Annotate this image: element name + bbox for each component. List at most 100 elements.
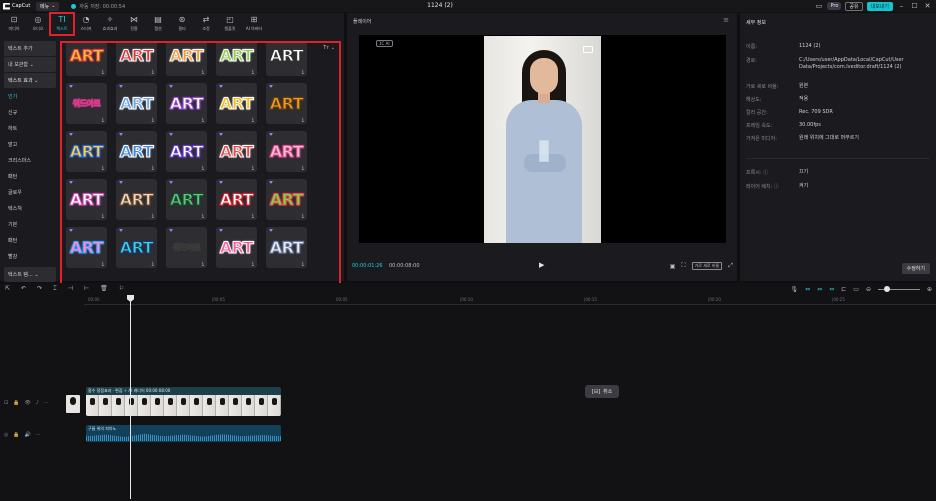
text-effect-tile[interactable]: ART ⤓ <box>66 227 107 268</box>
modify-button[interactable]: 수정하기 <box>901 263 930 274</box>
redo-icon[interactable]: ↷ <box>37 285 42 293</box>
tool-transition[interactable]: ⋈ 전환 <box>122 13 146 35</box>
tool-filter[interactable]: ⊛ 필터 <box>170 13 194 35</box>
zoom-knob[interactable] <box>883 285 890 292</box>
text-effect-tile[interactable]: ART ⤓ <box>116 43 157 76</box>
text-effect-tile[interactable]: ART ⤓ <box>166 131 207 172</box>
detail-row[interactable]: 프록시: ⓘ 끄기 <box>746 169 930 176</box>
lock-track-icon[interactable]: 🔒 <box>13 432 19 438</box>
delete-icon[interactable]: 🗑 <box>100 285 108 293</box>
tool-text[interactable]: TI 텍스트 <box>49 12 75 36</box>
text-effect-tile[interactable]: ART ⤓ <box>266 227 307 268</box>
close-icon[interactable]: ✕ <box>923 2 932 10</box>
menu-icon[interactable]: ≡ <box>723 16 729 24</box>
category-item[interactable]: 발고 <box>4 137 56 152</box>
download-icon[interactable]: ⤓ <box>202 165 204 171</box>
video-preview[interactable]: 1C AI <box>359 35 726 243</box>
download-icon[interactable]: ⤓ <box>152 117 154 123</box>
download-icon[interactable]: ⤓ <box>202 69 204 75</box>
download-icon[interactable]: ⤓ <box>252 117 254 123</box>
category-item[interactable]: 인기 <box>4 89 56 104</box>
text-effect-tile[interactable]: ART ⤓ <box>66 43 107 76</box>
category-item[interactable]: 패턴 <box>4 169 56 184</box>
text-effect-tile[interactable]: ART ⤓ <box>116 131 157 172</box>
download-icon[interactable]: ⤓ <box>302 213 304 219</box>
text-effect-tile[interactable]: ART ⤓ <box>216 179 257 220</box>
category-item[interactable]: 글로우 <box>4 185 56 200</box>
text-effect-tile[interactable]: ART ⤓ <box>116 83 157 124</box>
category-item[interactable]: 패턴 <box>4 233 56 248</box>
download-icon[interactable]: ⤓ <box>252 69 254 75</box>
tool-template[interactable]: ◰ 템플릿 <box>218 13 242 35</box>
text-effect-tile[interactable]: ART ⤓ <box>266 179 307 220</box>
preview-axis-icon[interactable]: ▭ <box>853 286 859 293</box>
text-effect-tile[interactable]: 워드아트 ⤓ <box>166 227 207 268</box>
ratio-button[interactable]: 가로 세로 비율 <box>691 262 723 270</box>
text-effect-tile[interactable]: ART ⤓ <box>166 83 207 124</box>
download-icon[interactable]: ⤓ <box>152 69 154 75</box>
text-effect-tile[interactable]: 워드아트 ⤓ <box>66 83 107 124</box>
download-icon[interactable]: ⤓ <box>202 213 204 219</box>
download-icon[interactable]: ⤓ <box>102 117 104 123</box>
zoom-out-icon[interactable]: ⊖ <box>866 286 871 293</box>
share-button[interactable]: 공유 <box>845 1 863 11</box>
category-item[interactable]: 텍스트 추가 <box>4 41 56 56</box>
download-icon[interactable]: ⤓ <box>152 165 154 171</box>
video-clip[interactable]: 흡수 정점표과 · 편집 ✧ AI 캐디어 00:00:08:00 <box>86 387 281 416</box>
download-icon[interactable]: ⤓ <box>252 261 254 267</box>
download-icon[interactable]: ⤓ <box>302 117 304 123</box>
cover-thumbnail[interactable] <box>66 395 80 413</box>
category-item[interactable]: 기본 <box>4 217 56 232</box>
cancel-tooltip[interactable]: [⊟] 취소 <box>585 385 620 398</box>
maximize-icon[interactable]: ☐ <box>910 2 919 10</box>
snapshot-icon[interactable]: ▣ <box>670 263 676 270</box>
download-icon[interactable]: ⤓ <box>152 261 154 267</box>
category-item[interactable]: 텍스트 템... ⌄ <box>4 267 56 282</box>
download-icon[interactable]: ⤓ <box>252 165 254 171</box>
download-icon[interactable]: ⤓ <box>202 261 204 267</box>
text-effect-tile[interactable]: ART ⤓ <box>266 83 307 124</box>
lock-track-icon[interactable]: 🔒 <box>13 400 19 406</box>
download-icon[interactable]: ⤓ <box>302 165 304 171</box>
more-icon[interactable]: ⋯ <box>44 400 49 406</box>
detail-row[interactable]: 레이어 배치: ⓘ 켜기 <box>746 183 930 190</box>
tool-effects[interactable]: ✧ 효과효과 <box>98 13 122 35</box>
zoom-in-icon[interactable]: ⊕ <box>927 286 932 293</box>
minimize-icon[interactable]: – <box>897 2 906 10</box>
mic-icon[interactable]: 🎙 <box>791 286 799 293</box>
link-preview-icon[interactable]: ⇔ <box>829 286 834 293</box>
text-effect-tile[interactable]: ART ⤓ <box>66 179 107 220</box>
undo-icon[interactable]: ↶ <box>21 285 26 293</box>
link-main-icon[interactable]: ⇔ <box>805 286 810 293</box>
category-item[interactable]: 빨강 <box>4 249 56 264</box>
split-icon[interactable]: ⌶ <box>53 285 57 293</box>
time-ruler[interactable]: 00:00 |00:05 00:05 |00:10 |00:15 |00:20 |00:25 <box>84 295 936 305</box>
download-icon[interactable]: ⤓ <box>102 69 104 75</box>
play-icon[interactable]: ▶ <box>539 261 544 269</box>
split-left-icon[interactable]: ⊣ <box>68 285 73 293</box>
snap-icon[interactable]: ⊏ <box>841 286 846 293</box>
audio-track-icon[interactable]: ◎ <box>4 432 8 438</box>
marker-icon[interactable]: ⚐ <box>119 285 124 293</box>
playhead[interactable] <box>130 298 131 499</box>
text-effect-tile[interactable]: ART ⤓ <box>116 227 157 268</box>
download-icon[interactable]: ⤓ <box>252 213 254 219</box>
fullscreen-icon[interactable]: ⤢ <box>728 262 733 270</box>
audio-clip[interactable]: 구름 위의 피아노 <box>86 425 281 442</box>
text-effect-tile[interactable]: ART ⤓ <box>166 179 207 220</box>
menu-button[interactable]: 메뉴 ⌄ <box>36 1 60 11</box>
pro-badge[interactable]: Pro <box>827 2 842 10</box>
category-item[interactable]: 신규 <box>4 105 56 120</box>
tool-ai-avatar[interactable]: ⊞ AI 아바타 <box>242 13 266 35</box>
tool-adjust[interactable]: ⇄ 조정 <box>194 13 218 35</box>
download-icon[interactable]: ⤓ <box>102 261 104 267</box>
volume-icon[interactable]: 🔊 <box>25 432 31 438</box>
zoom-slider[interactable] <box>877 285 920 292</box>
tool-sticker[interactable]: ◔ 스티커 <box>74 13 98 35</box>
text-effect-tile[interactable]: ART ⤓ <box>216 83 257 124</box>
category-item[interactable]: 하트 <box>4 121 56 136</box>
tool-media[interactable]: ⊡ 미디어 <box>2 13 26 35</box>
sort-button[interactable]: Tт ⌄ <box>323 45 335 51</box>
link-auto-icon[interactable]: ⇔ <box>817 286 822 293</box>
audio-mute-icon[interactable]: ♪ <box>36 400 39 406</box>
